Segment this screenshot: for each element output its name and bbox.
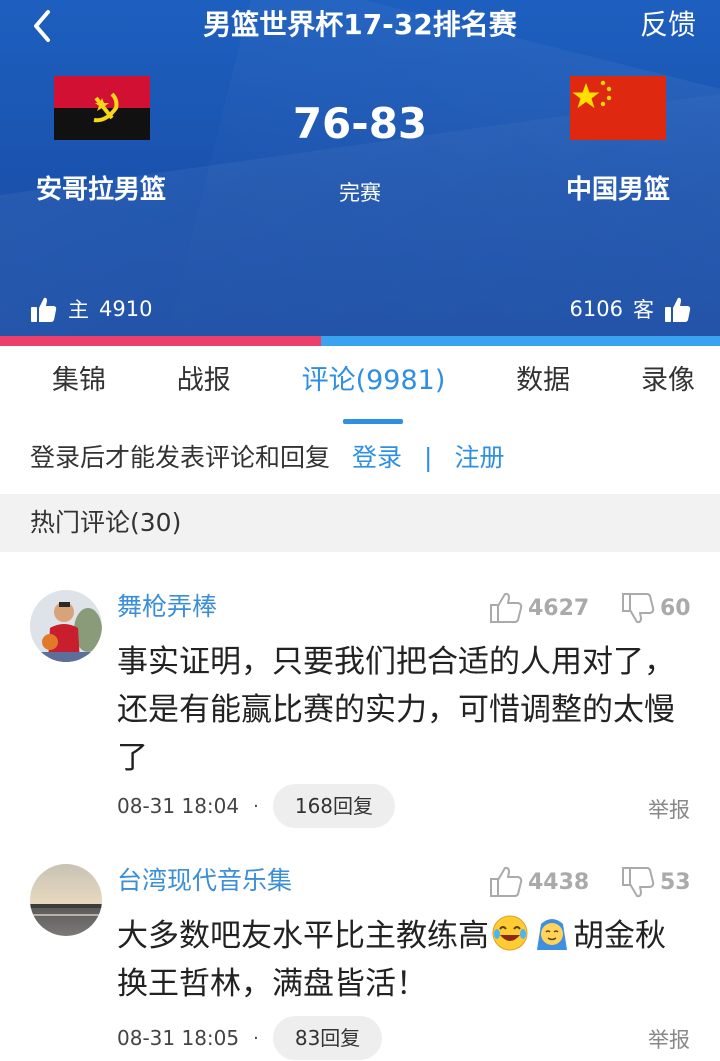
match-header: 男篮世界杯17-32排名赛 反馈 安哥拉男篮 76-83 完赛 中国男篮 主 4… <box>0 0 720 338</box>
feedback-button[interactable]: 反馈 <box>640 6 696 44</box>
thumbs-up-icon <box>490 866 523 897</box>
thumbs-up-icon <box>490 592 523 623</box>
comment-text: 事实证明，只要我们把合适的人用对了，还是有能赢比赛的实力，可惜调整的太慢了 <box>117 644 675 776</box>
avatar[interactable] <box>30 590 102 662</box>
away-vote-label: 客 <box>633 298 654 322</box>
user-avatar-image <box>30 864 102 936</box>
match-score: 76-83 <box>292 99 428 148</box>
reply-count-button[interactable]: 83回复 <box>272 1016 383 1060</box>
like-button[interactable]: 4627 <box>488 590 589 626</box>
dislike-button[interactable]: 53 <box>620 864 691 900</box>
user-avatar-image <box>30 590 102 662</box>
report-button[interactable]: 举报 <box>648 1024 690 1054</box>
thumbs-down-icon <box>622 593 655 624</box>
home-vote-label: 主 <box>68 298 89 322</box>
thumbs-down-icon <box>622 867 655 898</box>
comment-meta: 08-31 18:05 · 83回复 <box>117 1016 383 1060</box>
like-button[interactable]: 4438 <box>488 864 589 900</box>
report-button[interactable]: 举报 <box>648 794 690 824</box>
like-count: 4627 <box>528 595 590 621</box>
meta-separator: · <box>253 795 259 817</box>
comment-username[interactable]: 舞枪弄棒 <box>117 590 217 624</box>
thumbs-up-icon <box>31 297 57 322</box>
laughing-crying-emoji-icon <box>492 915 528 951</box>
home-vote[interactable]: 主 4910 <box>30 294 152 324</box>
dislike-button[interactable]: 60 <box>620 590 691 626</box>
reply-count-button[interactable]: 168回复 <box>272 784 396 828</box>
away-vote[interactable]: 6106 客 <box>570 294 692 324</box>
login-link[interactable]: 登录 <box>352 436 402 480</box>
shy-emoji-icon <box>537 919 567 950</box>
register-link[interactable]: 注册 <box>454 436 504 480</box>
like-count: 4438 <box>528 869 590 895</box>
vote-ratio-bar <box>0 336 720 346</box>
tab-replay[interactable]: 录像 <box>641 346 695 426</box>
meta-separator: · <box>253 1027 259 1049</box>
away-vote-bar <box>321 336 720 346</box>
tab-report[interactable]: 战报 <box>177 346 231 426</box>
hot-comments-header: 热门评论(30) <box>0 494 720 552</box>
tab-bar: 集锦 战报 评论(9981) 数据 录像 <box>0 346 720 426</box>
comment-time: 08-31 18:04 <box>117 794 240 818</box>
active-tab-indicator <box>343 419 404 424</box>
comment-meta: 08-31 18:04 · 168回复 <box>117 784 396 828</box>
comment-username[interactable]: 台湾现代音乐集 <box>117 864 292 898</box>
avatar[interactable] <box>30 864 102 936</box>
away-team-name[interactable]: 中国男篮 <box>566 172 670 208</box>
tab-stats[interactable]: 数据 <box>516 346 570 426</box>
login-separator: | <box>424 443 433 472</box>
dislike-count: 53 <box>660 869 691 895</box>
home-vote-bar <box>0 336 322 346</box>
page-title: 男篮世界杯17-32排名赛 <box>203 8 517 41</box>
comment-text: 大多数吧友水平比主教练高 胡金秋换王哲林，满盘皆活！ <box>117 912 677 1008</box>
login-prompt-text: 登录后才能发表评论和回复 <box>30 443 331 472</box>
tab-highlights[interactable]: 集锦 <box>52 346 106 426</box>
away-vote-count: 6106 <box>569 297 623 321</box>
dislike-count: 60 <box>660 595 691 621</box>
comment-time: 08-31 18:05 <box>117 1026 240 1050</box>
tab-comments[interactable]: 评论(9981) <box>302 346 445 426</box>
home-vote-count: 4910 <box>99 297 153 321</box>
login-prompt: 登录后才能发表评论和回复 登录 | 注册 <box>30 436 504 480</box>
thumbs-up-icon <box>665 297 691 322</box>
